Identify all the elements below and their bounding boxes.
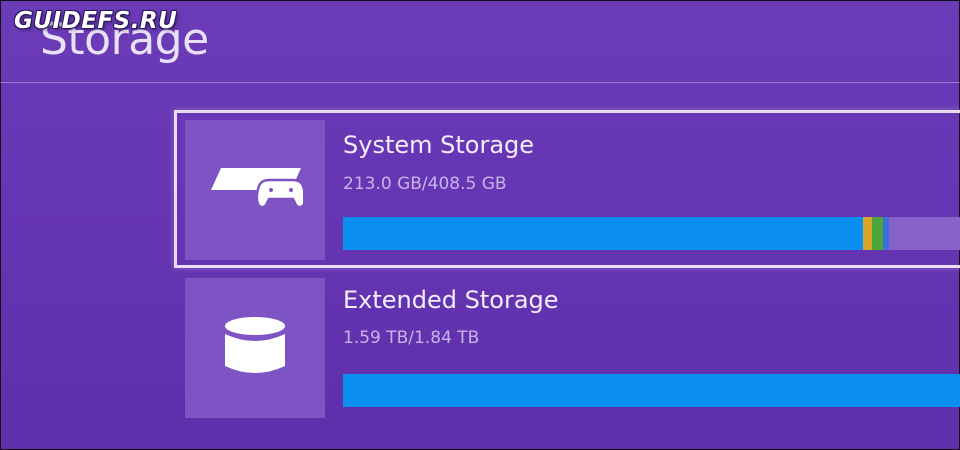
- usage-segment: [883, 217, 889, 250]
- extended-storage-usage-fill: [343, 374, 960, 407]
- storage-item-extended[interactable]: Extended Storage 1.59 TB/1.84 TB: [174, 278, 960, 420]
- usage-segment: [872, 217, 883, 250]
- system-storage-tile: [185, 120, 325, 260]
- ps4-console-controller-icon: [207, 166, 307, 214]
- storage-item-system[interactable]: System Storage 213.0 GB/408.5 GB: [174, 110, 960, 268]
- extended-storage-tile: [185, 278, 325, 418]
- system-storage-size: 213.0 GB/408.5 GB: [343, 174, 507, 194]
- watermark: GUIDEFS.RU: [14, 8, 178, 34]
- system-storage-name: System Storage: [343, 131, 535, 159]
- extended-storage-name: Extended Storage: [343, 286, 559, 314]
- usage-segment: [863, 217, 872, 250]
- header-divider: [0, 82, 960, 83]
- system-storage-usage-fill: [343, 217, 863, 250]
- extended-storage-usage-bar: [343, 374, 960, 407]
- extended-storage-size: 1.59 TB/1.84 TB: [343, 328, 480, 348]
- storage-cylinder-icon: [220, 314, 290, 382]
- system-storage-usage-bar: [343, 217, 960, 250]
